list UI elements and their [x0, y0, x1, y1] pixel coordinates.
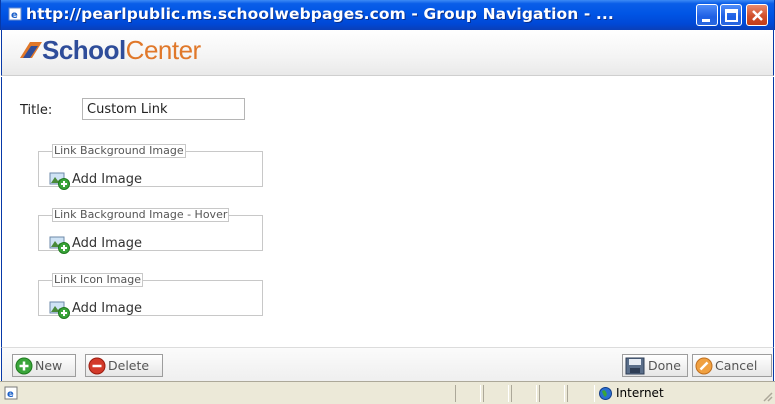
- done-button[interactable]: Done: [622, 354, 688, 377]
- cancel-icon: [695, 357, 713, 375]
- status-cell: [539, 385, 565, 402]
- done-label: Done: [648, 358, 681, 373]
- status-cell: [511, 385, 537, 402]
- cancel-button[interactable]: Cancel: [692, 354, 772, 377]
- maximize-icon: [725, 9, 738, 22]
- remove-circle-icon: [88, 357, 106, 375]
- close-icon: [752, 10, 763, 21]
- schoolcenter-logo-icon: [20, 42, 42, 58]
- svg-text:e: e: [11, 10, 18, 21]
- schoolcenter-logo: SchoolCenter: [42, 35, 201, 66]
- save-disk-icon: [625, 357, 645, 375]
- form-area: Title: Link Background Image Add Image L…: [1, 77, 774, 347]
- add-image-label: Add Image: [72, 301, 143, 316]
- ie-page-icon: e: [8, 7, 22, 21]
- minimize-button[interactable]: [696, 4, 718, 26]
- title-label: Title:: [20, 103, 53, 118]
- add-image-label: Add Image: [72, 172, 143, 187]
- status-cell: [455, 385, 481, 402]
- bottom-toolbar: New Delete Done Cancel: [1, 347, 774, 381]
- zone-label: Internet: [616, 386, 664, 400]
- new-button[interactable]: New: [12, 354, 76, 377]
- page-icon: e: [4, 386, 18, 400]
- close-button[interactable]: [746, 4, 768, 26]
- add-image-icon: [49, 301, 70, 319]
- add-image-icon: [49, 172, 70, 190]
- window-title-bar[interactable]: e http://pearlpublic.ms.schoolwebpages.c…: [0, 0, 775, 30]
- delete-button[interactable]: Delete: [85, 354, 163, 377]
- minimize-icon: [702, 19, 710, 22]
- link-icon-image-group: Link Icon Image Add Image: [38, 273, 263, 319]
- group-legend: Link Background Image: [52, 144, 186, 158]
- logo-center: Center: [125, 35, 202, 65]
- new-label: New: [35, 358, 63, 373]
- logo-school: School: [42, 35, 126, 65]
- link-background-image-group: Link Background Image Add Image: [38, 144, 263, 190]
- group-legend: Link Icon Image: [52, 273, 143, 287]
- link-background-image-hover-group: Link Background Image - Hover Add Image: [38, 208, 263, 254]
- globe-icon: [599, 387, 612, 400]
- add-circle-icon: [15, 357, 33, 375]
- status-cell: [483, 385, 509, 402]
- title-input[interactable]: [82, 98, 245, 120]
- window-title: http://pearlpublic.ms.schoolwebpages.com…: [26, 5, 614, 23]
- group-legend: Link Background Image - Hover: [52, 208, 230, 222]
- maximize-button[interactable]: [720, 4, 742, 26]
- delete-label: Delete: [108, 358, 150, 373]
- svg-text:e: e: [7, 389, 14, 400]
- cancel-label: Cancel: [715, 358, 758, 373]
- app-header: SchoolCenter: [1, 30, 774, 76]
- status-bar: e Internet: [0, 381, 775, 404]
- resize-grip-icon[interactable]: [761, 390, 773, 402]
- security-zone: Internet: [597, 385, 757, 402]
- add-image-label: Add Image: [72, 236, 143, 251]
- add-image-icon: [49, 236, 70, 254]
- status-cell: [567, 385, 595, 402]
